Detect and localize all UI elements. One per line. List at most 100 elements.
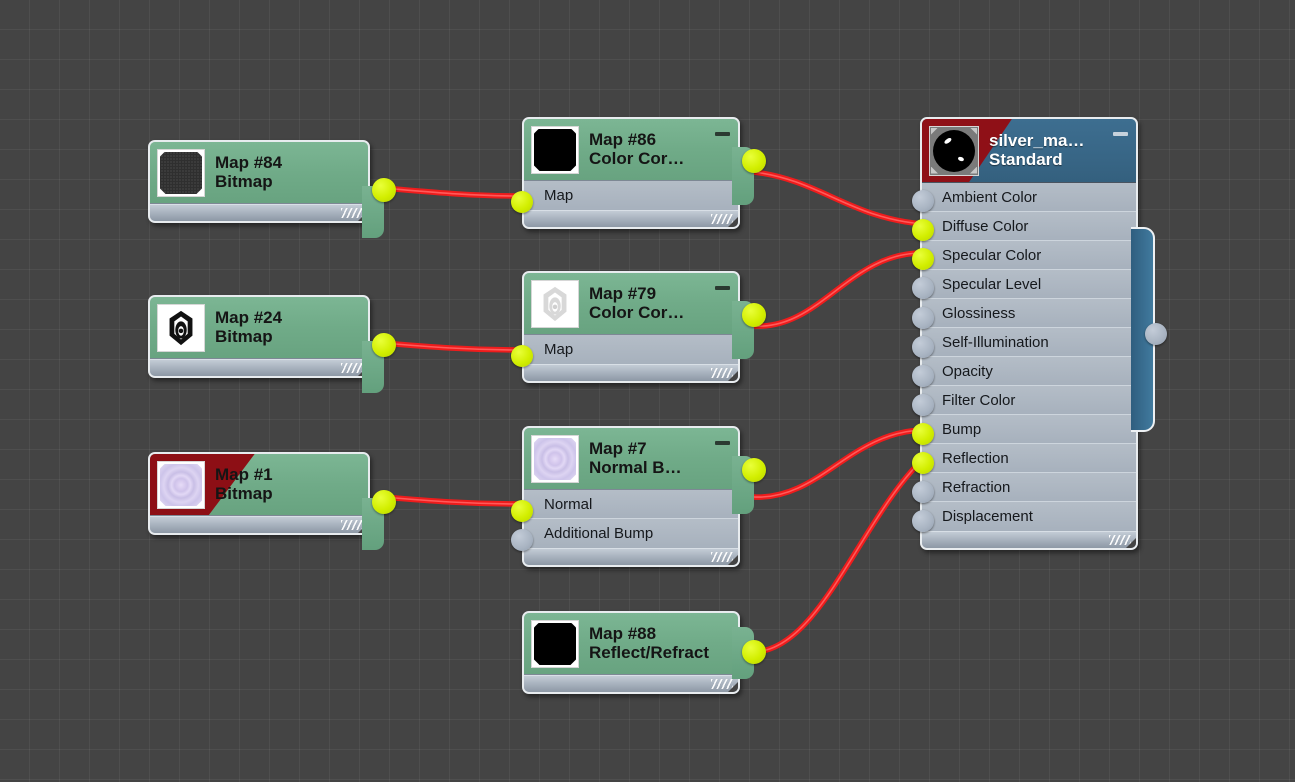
resize-grip-icon[interactable] [711, 214, 733, 224]
slot-row-refraction[interactable]: Refraction [922, 473, 1136, 502]
material-output-port[interactable] [1145, 323, 1167, 345]
slot-row-glossiness[interactable]: Glossiness [922, 299, 1136, 328]
input-port-diffuse-color[interactable] [912, 219, 934, 241]
input-port-self-illumination[interactable] [912, 336, 934, 358]
input-port-reflection[interactable] [912, 452, 934, 474]
node-titles: Map #86 Color Cor… [589, 131, 715, 167]
minimize-icon[interactable] [715, 286, 730, 290]
input-port-map[interactable] [511, 345, 533, 367]
output-port[interactable] [742, 303, 766, 327]
node-map-84[interactable]: Map #84 Bitmap [148, 140, 396, 238]
resize-grip-icon[interactable] [1109, 535, 1131, 545]
slot-row[interactable]: Map [524, 335, 738, 364]
node-titles: Map #1 Bitmap [215, 466, 360, 502]
node-body[interactable]: Map #7 Normal B… Normal Additional Bump [522, 426, 740, 567]
node-body[interactable]: Map #84 Bitmap [148, 140, 370, 223]
node-map-86[interactable]: Map #86 Color Cor… Map [511, 117, 766, 229]
resize-grip-icon[interactable] [341, 520, 363, 530]
thumb-corner [970, 166, 977, 174]
output-port[interactable] [742, 458, 766, 482]
output-port[interactable] [372, 178, 396, 202]
node-map-1[interactable]: Map #1 Bitmap [148, 452, 396, 550]
input-port-ambient-color[interactable] [912, 190, 934, 212]
node-header[interactable]: Map #7 Normal B… [524, 428, 738, 490]
slot-row-diffuse-color[interactable]: Diffuse Color [922, 212, 1136, 241]
slot-row-bump[interactable]: Bump [922, 415, 1136, 444]
input-port-bump[interactable] [912, 423, 934, 445]
input-port-additional-bump[interactable] [511, 529, 533, 551]
thumbnail[interactable] [157, 148, 205, 197]
input-port-opacity[interactable] [912, 365, 934, 387]
slot-row[interactable]: Normal [524, 490, 738, 519]
onion-logo-icon [543, 286, 567, 321]
thumbnail[interactable] [157, 460, 205, 509]
node-map-79[interactable]: Map #79 Color Cor… Map [511, 271, 766, 383]
node-graph-canvas[interactable]: Map #84 Bitmap Map #24 Bitmap Map #1 Bit… [0, 0, 1295, 782]
input-port-specular-color[interactable] [912, 248, 934, 270]
thumbnail[interactable] [929, 125, 979, 176]
slot-row-self-illumination[interactable]: Self-Illumination [922, 328, 1136, 357]
thumbnail[interactable] [157, 303, 205, 352]
resize-grip-icon[interactable] [711, 368, 733, 378]
output-port[interactable] [742, 640, 766, 664]
resize-grip-icon[interactable] [341, 208, 363, 218]
node-body[interactable]: silver_ma… Standard Ambient Color Diffus… [920, 117, 1138, 550]
slot-row-opacity[interactable]: Opacity [922, 357, 1136, 386]
slot-row-specular-level[interactable]: Specular Level [922, 270, 1136, 299]
wire[interactable] [751, 456, 926, 655]
resize-grip-icon[interactable] [341, 363, 363, 373]
wire[interactable] [751, 427, 926, 500]
node-header[interactable]: Map #88 Reflect/Refract [524, 613, 738, 675]
node-silver-material[interactable]: silver_ma… Standard Ambient Color Diffus… [912, 117, 1167, 550]
slot-row[interactable]: Map [524, 181, 738, 210]
resize-grip-icon[interactable] [711, 679, 733, 689]
node-subtitle: Reflect/Refract [589, 643, 709, 662]
node-header[interactable]: Map #24 Bitmap [150, 297, 368, 359]
input-port-filter-color[interactable] [912, 394, 934, 416]
wire[interactable] [380, 340, 525, 353]
slot-row-filter-color[interactable]: Filter Color [922, 386, 1136, 415]
node-body[interactable]: Map #24 Bitmap [148, 295, 370, 378]
thumbnail[interactable] [531, 125, 579, 174]
input-port-refraction[interactable] [912, 481, 934, 503]
node-header[interactable]: Map #1 Bitmap [150, 454, 368, 516]
resize-grip-icon[interactable] [711, 552, 733, 562]
node-body[interactable]: Map #79 Color Cor… Map [522, 271, 740, 383]
input-port-glossiness[interactable] [912, 307, 934, 329]
thumbnail[interactable] [531, 279, 579, 328]
slot-row-reflection[interactable]: Reflection [922, 444, 1136, 473]
input-port-map[interactable] [511, 191, 533, 213]
thumbnail[interactable] [531, 434, 579, 483]
wire[interactable] [751, 169, 926, 227]
node-body[interactable]: Map #88 Reflect/Refract [522, 611, 740, 694]
node-body[interactable]: Map #1 Bitmap [148, 452, 370, 535]
slot-row-displacement[interactable]: Displacement [922, 502, 1136, 531]
thumb-corner [931, 166, 938, 174]
node-map-7[interactable]: Map #7 Normal B… Normal Additional Bump [511, 426, 766, 567]
node-header[interactable]: Map #84 Bitmap [150, 142, 368, 204]
input-port-specular-level[interactable] [912, 277, 934, 299]
wire[interactable] [380, 185, 525, 199]
minimize-icon[interactable] [715, 132, 730, 136]
wire[interactable] [380, 494, 525, 507]
wire[interactable] [751, 250, 926, 329]
output-port[interactable] [372, 490, 396, 514]
input-port-normal[interactable] [511, 500, 533, 522]
node-map-24[interactable]: Map #24 Bitmap [148, 295, 396, 393]
thumb-corner [970, 127, 977, 135]
slot-row[interactable]: Additional Bump [524, 519, 738, 548]
input-port-displacement[interactable] [912, 510, 934, 532]
node-header[interactable]: Map #79 Color Cor… [524, 273, 738, 335]
slot-row-ambient-color[interactable]: Ambient Color [922, 183, 1136, 212]
node-header[interactable]: Map #86 Color Cor… [524, 119, 738, 181]
node-header[interactable]: silver_ma… Standard [922, 119, 1136, 183]
output-port[interactable] [372, 333, 396, 357]
node-footer [524, 548, 738, 565]
thumbnail[interactable] [531, 619, 579, 668]
minimize-icon[interactable] [715, 441, 730, 445]
slot-row-specular-color[interactable]: Specular Color [922, 241, 1136, 270]
minimize-icon[interactable] [1113, 132, 1128, 136]
node-map-88[interactable]: Map #88 Reflect/Refract [522, 611, 766, 694]
output-port[interactable] [742, 149, 766, 173]
node-body[interactable]: Map #86 Color Cor… Map [522, 117, 740, 229]
